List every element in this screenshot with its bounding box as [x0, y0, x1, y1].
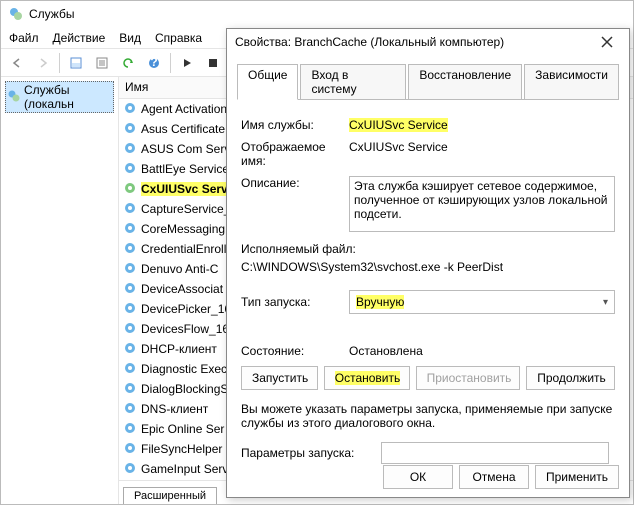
gear-icon [123, 341, 137, 358]
gear-icon [123, 321, 137, 338]
gear-icon [123, 261, 137, 278]
label-state: Состояние: [241, 344, 349, 358]
forward-button[interactable] [31, 52, 55, 74]
label-display-name: Отображаемое имя: [241, 140, 349, 168]
back-button[interactable] [5, 52, 29, 74]
gear-icon [123, 381, 137, 398]
service-name: BattlEye Service [141, 162, 229, 176]
start-button[interactable]: Запустить [241, 366, 318, 390]
up-button[interactable] [64, 52, 88, 74]
gear-icon [123, 281, 137, 298]
dialog-title: Свойства: BranchCache (Локальный компьют… [235, 35, 504, 49]
tab-general[interactable]: Общие [237, 64, 298, 100]
gear-icon [123, 121, 137, 138]
pause-button[interactable]: Приостановить [416, 366, 521, 390]
label-start-params: Параметры запуска: [241, 446, 381, 460]
service-name: Epic Online Ser… [141, 422, 236, 436]
service-name: FileSyncHelper [141, 442, 222, 456]
label-startup-type: Тип запуска: [241, 295, 349, 309]
svg-text:?: ? [150, 57, 157, 69]
gear-icon [123, 301, 137, 318]
start-params-input[interactable] [381, 442, 609, 464]
services-icon [8, 90, 20, 105]
help-toolbar-button[interactable]: ? [142, 52, 166, 74]
service-name: DNS-клиент [141, 402, 208, 416]
service-name: GameInput Serv [141, 462, 228, 476]
gear-icon [123, 441, 137, 458]
menu-action[interactable]: Действие [53, 31, 106, 45]
gear-icon [123, 461, 137, 478]
resume-button[interactable]: Продолжить [526, 366, 615, 390]
label-service-name: Имя службы: [241, 118, 349, 132]
startup-type-select[interactable]: Вручную ▾ [349, 290, 615, 314]
apply-button[interactable]: Применить [535, 465, 619, 489]
service-name: Diagnostic Exec [141, 362, 227, 376]
tab-recovery[interactable]: Восстановление [408, 64, 522, 100]
start-toolbar-button[interactable] [175, 52, 199, 74]
gear-icon [123, 421, 137, 438]
gear-icon [123, 221, 137, 238]
gear-icon [123, 201, 137, 218]
label-description: Описание: [241, 176, 349, 190]
menu-help[interactable]: Справка [155, 31, 202, 45]
value-executable: C:\WINDOWS\System32\svchost.exe -k PeerD… [241, 260, 615, 274]
value-state: Остановлена [349, 344, 615, 358]
service-name: DeviceAssociat [141, 282, 223, 296]
service-name: CaptureService_ [141, 202, 230, 216]
gear-icon [123, 101, 137, 118]
service-name: ASUS Com Servi [141, 142, 233, 156]
gear-icon [123, 141, 137, 158]
tab-dependencies[interactable]: Зависимости [524, 64, 619, 100]
export-button[interactable] [116, 52, 140, 74]
description-textarea[interactable]: Эта служба кэширует сетевое содержимое, … [349, 176, 615, 232]
value-display-name: CxUIUSvc Service [349, 140, 615, 154]
service-name: Asus Certificate [141, 122, 225, 136]
service-name: DialogBlockingS [141, 382, 228, 396]
params-hint-text: Вы можете указать параметры запуска, при… [241, 402, 615, 430]
ok-button[interactable]: ОК [383, 465, 453, 489]
tree-pane: Службы (локальн [1, 77, 119, 504]
properties-toolbar-button[interactable] [90, 52, 114, 74]
service-name: DHCP-клиент [141, 342, 217, 356]
service-name: DevicesFlow_16 [141, 322, 229, 336]
stop-button[interactable]: Остановить [324, 366, 410, 390]
tab-extended[interactable]: Расширенный [123, 487, 217, 504]
gear-icon [123, 161, 137, 178]
tab-logon[interactable]: Вход в систему [300, 64, 406, 100]
stop-toolbar-button[interactable] [201, 52, 225, 74]
gear-icon [123, 401, 137, 418]
service-name: CoreMessaging [141, 222, 225, 236]
main-window-titlebar: Службы [1, 1, 633, 27]
gear-icon [123, 241, 137, 258]
main-window-title: Службы [29, 7, 74, 21]
service-name: CredentialEnroll [141, 242, 226, 256]
tree-node-services[interactable]: Службы (локальн [5, 81, 114, 113]
service-name: Agent Activation [141, 102, 227, 116]
label-executable: Исполняемый файл: [241, 242, 615, 256]
gear-icon [123, 361, 137, 378]
value-service-name: CxUIUSvc Service [349, 118, 448, 132]
tree-node-label: Службы (локальн [24, 83, 111, 111]
close-button[interactable] [593, 32, 621, 52]
menu-view[interactable]: Вид [119, 31, 141, 45]
services-icon [9, 7, 23, 21]
cancel-button[interactable]: Отмена [459, 465, 529, 489]
menu-file[interactable]: Файл [9, 31, 39, 45]
properties-dialog: Свойства: BranchCache (Локальный компьют… [226, 28, 630, 498]
service-name: DevicePicker_16 [141, 302, 231, 316]
chevron-down-icon: ▾ [603, 297, 608, 308]
service-name: Denuvo Anti-C [141, 262, 218, 276]
gear-icon [123, 181, 137, 198]
startup-type-value: Вручную [356, 295, 404, 309]
